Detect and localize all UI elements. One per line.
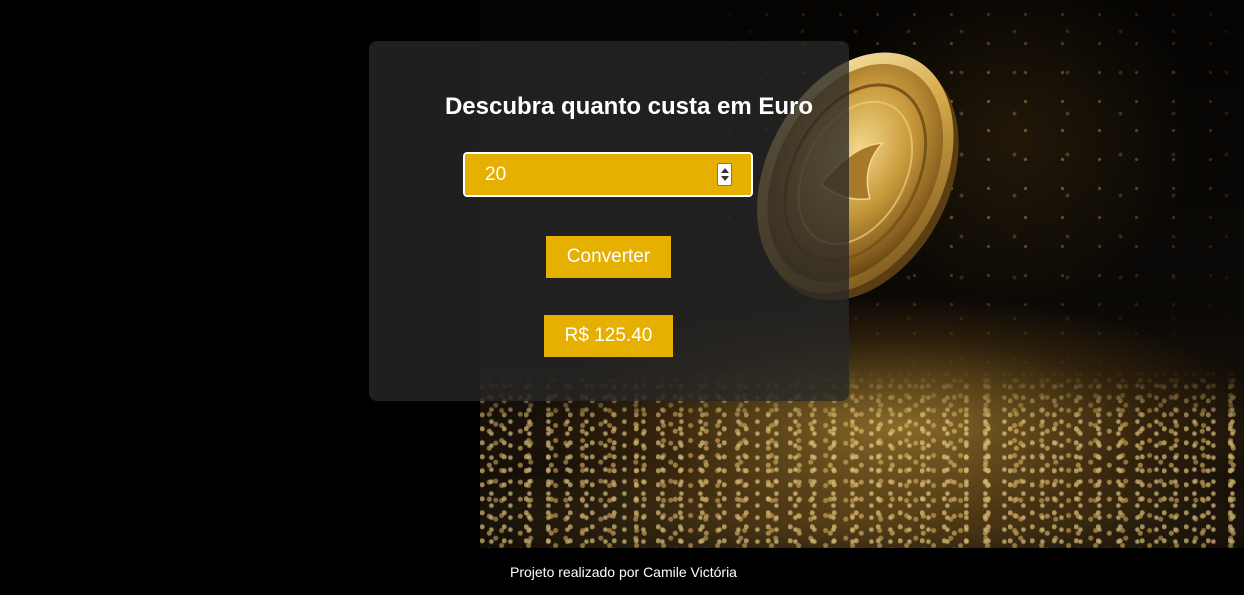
convert-button[interactable]: Converter xyxy=(546,236,671,278)
hero-background: Descubra quanto custa em Euro 20 Convert… xyxy=(0,0,1244,548)
amount-input[interactable]: 20 xyxy=(462,151,754,198)
page-title: Descubra quanto custa em Euro xyxy=(444,93,814,120)
chevron-up-icon[interactable] xyxy=(721,168,729,173)
footer-credit: Projeto realizado por Camile Victória xyxy=(510,564,737,580)
result-display: R$ 125.40 xyxy=(544,315,673,357)
number-stepper-icon[interactable] xyxy=(717,163,732,186)
converter-card: Descubra quanto custa em Euro 20 Convert… xyxy=(369,41,849,401)
footer: Projeto realizado por Camile Victória xyxy=(0,548,1244,595)
chevron-down-icon[interactable] xyxy=(721,176,729,181)
